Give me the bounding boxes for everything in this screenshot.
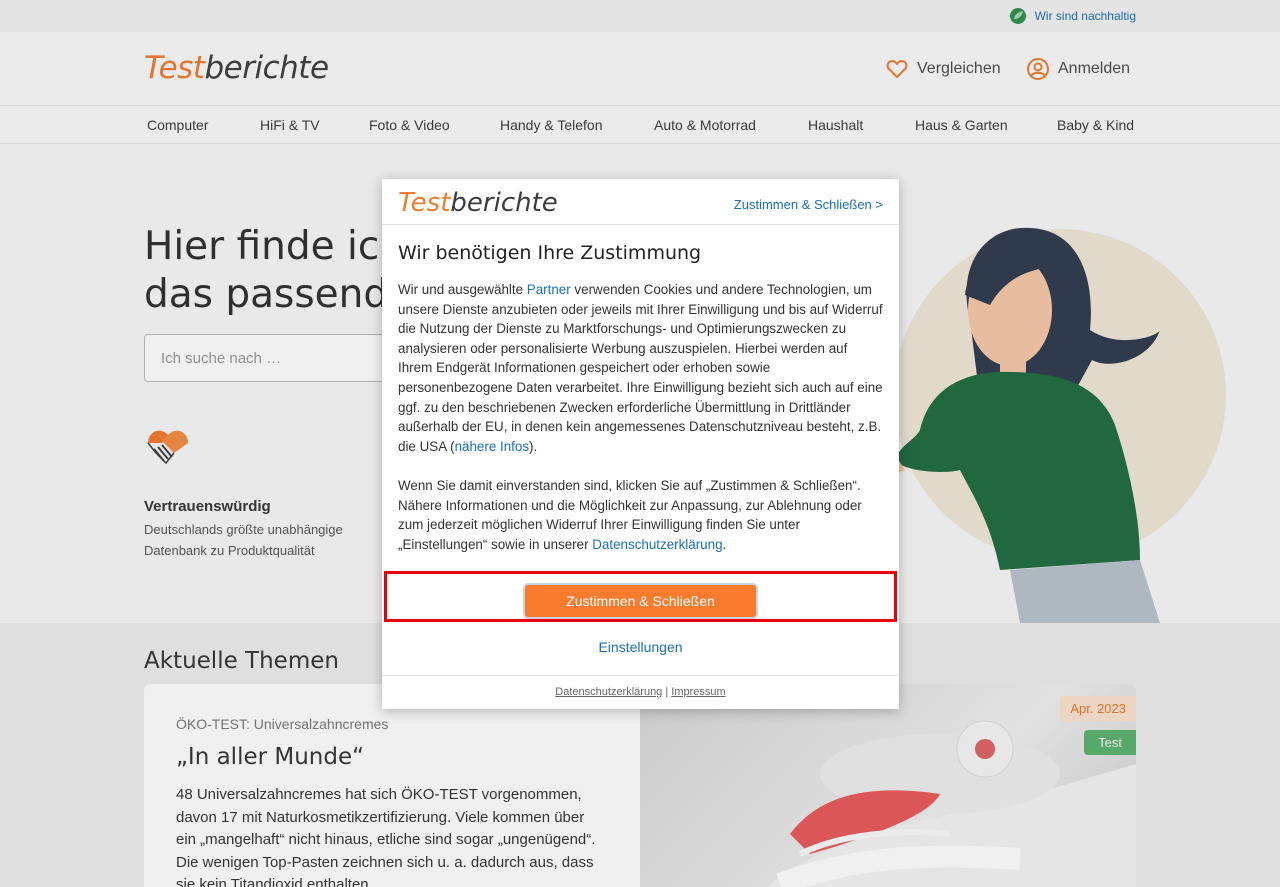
dialog-header: Testberichte Zustimmen & Schließen > bbox=[382, 179, 899, 225]
p1-text-b: verwenden Cookies und andere Technologie… bbox=[398, 282, 883, 454]
dialog-logo-test: Test bbox=[398, 188, 451, 218]
dialog-logo-berichte: berichte bbox=[450, 188, 558, 218]
p2-text-b: . bbox=[722, 536, 727, 552]
p1-text-c: ). bbox=[529, 438, 538, 454]
privacy-policy-link[interactable]: Datenschutzerklärung bbox=[592, 537, 722, 552]
partner-link[interactable]: Partner bbox=[527, 282, 571, 297]
dialog-footer: Datenschutzerklärung | Impressum bbox=[382, 675, 899, 709]
dialog-logo: Testberichte bbox=[398, 187, 558, 218]
accept-close-link[interactable]: Zustimmen & Schließen > bbox=[734, 197, 883, 212]
dialog-title: Wir benötigen Ihre Zustimmung bbox=[398, 242, 702, 264]
footer-separator: | bbox=[662, 686, 672, 698]
settings-link[interactable]: Einstellungen bbox=[382, 639, 899, 655]
consent-dialog: Testberichte Zustimmen & Schließen > Wir… bbox=[382, 179, 899, 709]
footer-privacy-link[interactable]: Datenschutzerklärung bbox=[555, 686, 662, 698]
dialog-body: Wir und ausgewählte Partner verwenden Co… bbox=[398, 280, 884, 574]
p1-text-a: Wir und ausgewählte bbox=[398, 282, 527, 297]
consent-paragraph-1: Wir und ausgewählte Partner verwenden Co… bbox=[398, 280, 884, 456]
more-info-link[interactable]: nähere Infos bbox=[455, 439, 529, 454]
consent-paragraph-2: Wenn Sie damit einverstanden sind, klick… bbox=[398, 476, 884, 554]
accept-close-button[interactable]: Zustimmen & Schließen bbox=[523, 583, 758, 619]
footer-imprint-link[interactable]: Impressum bbox=[671, 686, 725, 698]
